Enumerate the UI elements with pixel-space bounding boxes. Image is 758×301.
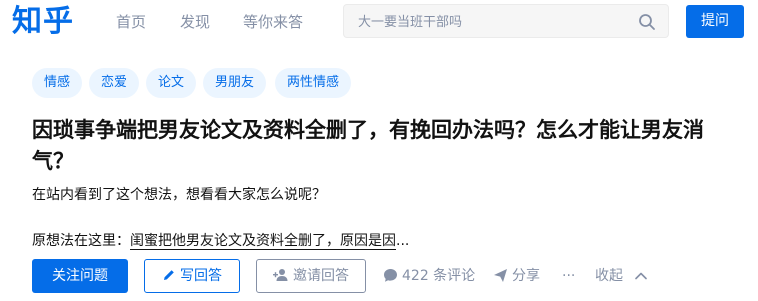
share-label: 分享 bbox=[512, 268, 540, 284]
collapse-label: 收起 bbox=[595, 268, 623, 284]
excerpt-ellipsis: ... bbox=[396, 233, 410, 249]
topic-tag[interactable]: 论文 bbox=[146, 68, 197, 98]
question-title: 因琐事争端把男友论文及资料全删了，有挽回办法吗？怎么才能让男友消气？ bbox=[32, 118, 704, 173]
topic-tag[interactable]: 恋爱 bbox=[89, 68, 140, 98]
write-answer-button[interactable]: 写回答 bbox=[144, 259, 240, 293]
nav-discover[interactable]: 发现 bbox=[180, 12, 210, 32]
paper-plane-icon bbox=[494, 268, 507, 282]
chevron-up-icon bbox=[635, 272, 648, 280]
collapse-button[interactable]: 收起 bbox=[595, 265, 648, 287]
search-box bbox=[343, 4, 669, 38]
excerpt-link[interactable]: 闺蜜把他男友论文及资料全删了，原因是因 bbox=[130, 233, 396, 250]
topic-tag[interactable]: 两性情感 bbox=[275, 68, 352, 98]
excerpt-prefix: 原想法在这里： bbox=[32, 233, 130, 249]
zhihu-logo[interactable]: 知乎 bbox=[12, 3, 74, 41]
add-user-icon bbox=[273, 269, 288, 281]
nav-waiting-for-answers[interactable]: 等你来答 bbox=[243, 12, 303, 32]
topic-tag[interactable]: 男朋友 bbox=[203, 68, 267, 98]
pencil-icon bbox=[164, 270, 174, 280]
comment-bubble-icon bbox=[384, 268, 397, 282]
comments-label: 422 条评论 bbox=[402, 268, 476, 284]
nav-home[interactable]: 首页 bbox=[116, 12, 146, 32]
search-input[interactable] bbox=[358, 12, 628, 32]
write-answer-label: 写回答 bbox=[180, 268, 222, 284]
search-icon[interactable] bbox=[638, 13, 656, 31]
top-header: 知乎 首页 发现 等你来答 提问 bbox=[0, 0, 758, 46]
invite-answer-button[interactable]: 邀请回答 bbox=[256, 259, 366, 293]
invite-answer-label: 邀请回答 bbox=[293, 268, 349, 284]
share-button[interactable]: 分享 bbox=[493, 265, 540, 287]
ask-question-button[interactable]: 提问 bbox=[686, 5, 744, 38]
question-excerpt: 原想法在这里：闺蜜把他男友论文及资料全删了，原因是因... bbox=[32, 230, 409, 252]
follow-question-button[interactable]: 关注问题 bbox=[32, 259, 128, 293]
question-subtitle: 在站内看到了这个想法，想看看大家怎么说呢？ bbox=[32, 187, 326, 203]
more-options-button[interactable]: ··· bbox=[562, 265, 575, 287]
comments-button[interactable]: 422 条评论 bbox=[383, 265, 475, 287]
topic-tag[interactable]: 情感 bbox=[32, 68, 83, 98]
